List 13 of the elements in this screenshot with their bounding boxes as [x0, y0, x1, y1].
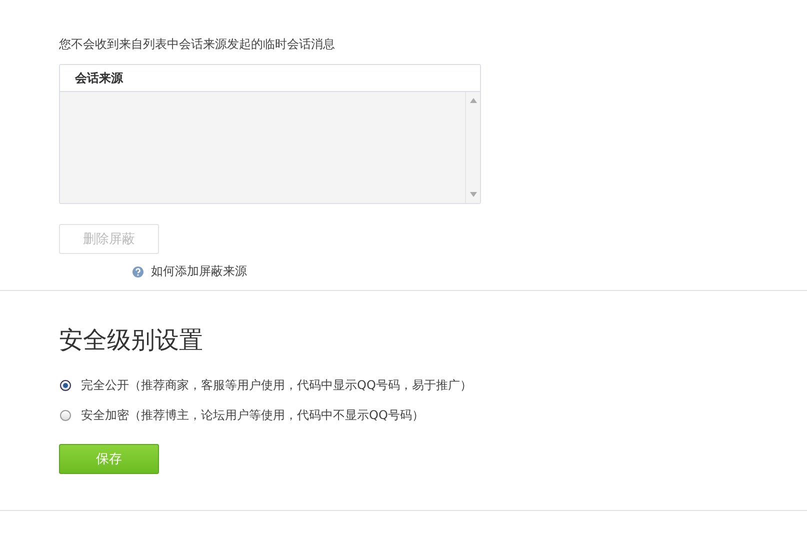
option-label: 完全公开（推荐商家，客服等用户使用，代码中显示QQ号码，易于推广）: [81, 376, 472, 394]
scroll-down-icon[interactable]: [470, 192, 476, 197]
radio-button[interactable]: [60, 410, 71, 420]
help-icon: [132, 266, 144, 278]
radio-button[interactable]: [60, 380, 71, 390]
option-label: 安全加密（推荐博主，论坛用户等使用，代码中不显示QQ号码）: [81, 406, 424, 424]
column-header: 会话来源: [75, 70, 123, 86]
scroll-up-icon[interactable]: [470, 98, 476, 103]
section-title: 安全级别设置: [59, 325, 204, 356]
save-button[interactable]: 保存: [59, 444, 159, 474]
notice-text: 您不会收到来自列表中会话来源发起的临时会话消息: [59, 36, 336, 52]
help-link[interactable]: 如何添加屏蔽来源: [151, 263, 247, 280]
scrollbar[interactable]: [465, 92, 480, 203]
